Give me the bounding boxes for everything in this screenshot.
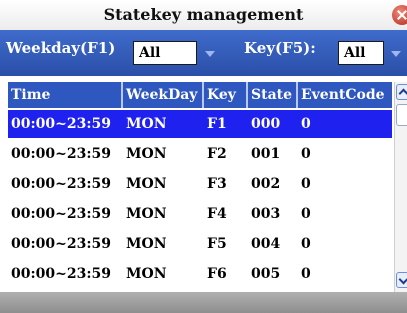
close-icon[interactable] <box>392 5 407 25</box>
cell-weekday: MON <box>126 206 167 222</box>
cell-key: F5 <box>207 236 227 252</box>
cell-time: 00:00~23:59 <box>11 146 111 162</box>
statekey-window: Statekey management Weekday(F1) All Key(… <box>0 0 407 313</box>
cell-time: 00:00~23:59 <box>11 176 111 192</box>
scroll-down-button[interactable] <box>396 272 407 288</box>
cell-state: 001 <box>251 146 281 162</box>
cell-eventcode: 0 <box>301 116 311 132</box>
key-dropdown-arrow-icon[interactable] <box>391 51 401 57</box>
column-header-weekday[interactable]: WeekDay <box>123 82 204 108</box>
cell-weekday: MON <box>126 176 167 192</box>
cell-state: 005 <box>251 266 281 282</box>
table-row[interactable]: 00:00~23:59 MON F1 000 0 <box>8 110 392 138</box>
cell-time: 00:00~23:59 <box>11 206 111 222</box>
cell-time: 00:00~23:59 <box>11 266 111 282</box>
table-row[interactable]: 00:00~23:59 MON F6 005 0 <box>8 260 392 288</box>
key-select[interactable]: All <box>338 41 384 65</box>
cell-state: 004 <box>251 236 281 252</box>
chevron-up-icon <box>398 88 407 99</box>
scrollbar-thumb[interactable] <box>396 104 407 126</box>
cell-eventcode: 0 <box>301 206 311 222</box>
cell-state: 002 <box>251 176 281 192</box>
cell-eventcode: 0 <box>301 176 311 192</box>
window-title: Statekey management <box>103 5 304 24</box>
cell-weekday: MON <box>126 116 167 132</box>
cell-key: F1 <box>207 116 227 132</box>
cell-key: F4 <box>207 206 227 222</box>
table-row[interactable]: 00:00~23:59 MON F5 004 0 <box>8 230 392 258</box>
cell-time: 00:00~23:59 <box>11 236 111 252</box>
cell-time: 00:00~23:59 <box>11 116 111 132</box>
column-header-time[interactable]: Time <box>8 82 123 108</box>
weekday-filter-label: Weekday(F1) <box>6 39 116 57</box>
column-header-key[interactable]: Key <box>204 82 248 108</box>
cell-weekday: MON <box>126 146 167 162</box>
column-header-eventcode[interactable]: EventCode <box>298 82 392 108</box>
scroll-up-button[interactable] <box>396 84 407 100</box>
weekday-dropdown-arrow-icon[interactable] <box>205 51 215 57</box>
cell-weekday: MON <box>126 266 167 282</box>
title-bar: Statekey management <box>0 0 407 30</box>
cell-key: F3 <box>207 176 227 192</box>
cell-key: F6 <box>207 266 227 282</box>
column-header-state[interactable]: State <box>248 82 298 108</box>
cell-eventcode: 0 <box>301 236 311 252</box>
chevron-down-icon <box>398 274 407 285</box>
cell-eventcode: 0 <box>301 146 311 162</box>
table-row[interactable]: 00:00~23:59 MON F3 002 0 <box>8 170 392 198</box>
key-filter-label: Key(F5): <box>244 39 316 57</box>
bottom-bar <box>0 292 407 313</box>
cell-weekday: MON <box>126 236 167 252</box>
weekday-select[interactable]: All <box>133 41 197 65</box>
filter-bar: Weekday(F1) All Key(F5): All <box>0 30 407 76</box>
cell-state: 000 <box>251 116 281 132</box>
table-row[interactable]: 00:00~23:59 MON F4 003 0 <box>8 200 392 228</box>
cell-state: 003 <box>251 206 281 222</box>
vertical-scrollbar[interactable] <box>394 82 407 292</box>
cell-eventcode: 0 <box>301 266 311 282</box>
table-row[interactable]: 00:00~23:59 MON F2 001 0 <box>8 140 392 168</box>
cell-key: F2 <box>207 146 227 162</box>
